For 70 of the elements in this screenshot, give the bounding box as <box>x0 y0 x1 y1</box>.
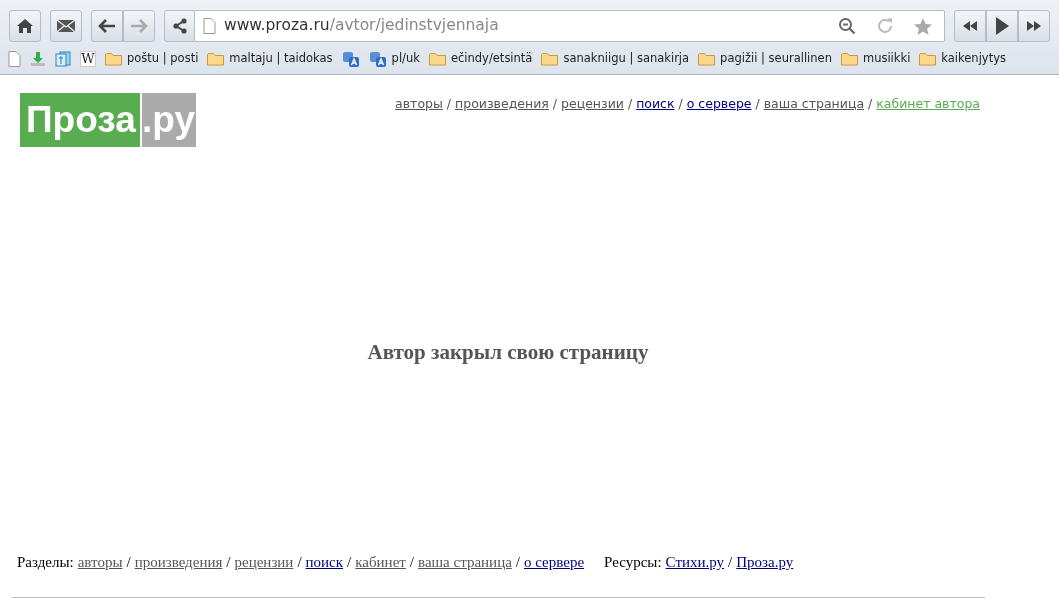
home-icon <box>16 18 34 34</box>
nav-link[interactable]: ваша страница <box>418 554 512 570</box>
nav-link[interactable]: о сервере <box>686 96 752 111</box>
bookmark-star-button[interactable] <box>914 17 932 35</box>
bookmark[interactable]: pl/uk <box>368 50 420 68</box>
separator: / <box>728 554 733 570</box>
closed-page-message: Автор закрыл свою страницу <box>366 339 650 366</box>
bookmark[interactable]: kaikenjytys <box>919 50 1006 68</box>
nav-link[interactable]: произведения <box>134 554 223 570</box>
folder-icon <box>105 52 122 66</box>
nav-link[interactable]: о сервере <box>524 554 585 570</box>
envelope-icon <box>56 19 76 33</box>
rewind-icon <box>963 21 977 31</box>
separator: / <box>126 554 131 570</box>
nav-link[interactable]: ваша страница <box>763 96 865 111</box>
section-label: Разделы: <box>17 554 74 570</box>
folder-icon <box>428 52 446 66</box>
home-button[interactable] <box>9 10 41 42</box>
bookmark[interactable]: sanakniigu | sanakirja <box>541 50 690 68</box>
nav-link[interactable]: рецензии <box>234 554 294 570</box>
folder-icon <box>207 52 225 66</box>
nav-link[interactable]: поиск <box>636 96 675 111</box>
mail-button[interactable] <box>50 10 82 42</box>
folder-icon <box>840 52 858 66</box>
bookmark[interactable]: poštu | posti <box>105 50 199 68</box>
nav-link[interactable]: авторы <box>395 96 443 111</box>
nav-link[interactable]: Проза.ру <box>736 554 794 570</box>
separator: / <box>755 96 760 111</box>
separator: / <box>868 96 873 111</box>
folder-icon <box>541 52 559 66</box>
translate-icon <box>368 50 387 68</box>
share-icon <box>172 18 188 34</box>
folder-icon <box>919 52 937 66</box>
nav-link[interactable]: авторы <box>77 554 123 570</box>
separator: / <box>627 96 633 111</box>
page-bookmark-icon[interactable] <box>8 51 21 67</box>
wiki-bookmark[interactable]: W <box>80 51 96 67</box>
separator: / <box>446 96 452 111</box>
forward-arrow-icon <box>130 19 148 33</box>
separator: / <box>515 554 520 570</box>
share-button[interactable] <box>164 10 196 42</box>
nav-link[interactable]: поиск <box>305 554 344 570</box>
bookmark[interactable]: ečindy/etsintä <box>428 50 533 68</box>
fast-forward-button[interactable] <box>1018 10 1050 42</box>
bookmark[interactable]: pagižii | seurallinen <box>698 50 832 68</box>
fast-forward-icon <box>1027 21 1041 31</box>
zoom-out-button[interactable] <box>838 17 856 35</box>
nav-link[interactable]: произведения <box>455 96 549 111</box>
nav-link[interactable]: кабинет <box>355 554 406 570</box>
separator: / <box>409 554 415 570</box>
page-icon <box>203 18 216 34</box>
back-button[interactable] <box>91 10 123 42</box>
nav-link[interactable]: Стихи.ру <box>665 554 725 570</box>
url-text: www.proza.ru/avtor/jedinstvjennaja <box>224 15 500 37</box>
separator: / <box>552 96 557 111</box>
play-icon <box>995 17 1009 35</box>
address-bar[interactable]: www.proza.ru/avtor/jedinstvjennaja <box>194 10 945 42</box>
bookmark[interactable]: musiikki <box>840 50 911 68</box>
back-arrow-icon <box>98 19 116 33</box>
separator: / <box>226 554 231 570</box>
rewind-button[interactable] <box>954 10 986 42</box>
separator: / <box>678 96 683 111</box>
translate-bookmark-icon[interactable] <box>341 50 360 68</box>
nav-link[interactable]: рецензии <box>561 96 624 111</box>
separator: / <box>347 554 352 570</box>
play-button[interactable] <box>986 10 1018 42</box>
bookmark[interactable]: maltaju | taidokas <box>207 50 333 68</box>
folder-icon <box>698 52 716 66</box>
section-label: Ресурсы: <box>604 554 662 570</box>
separator: / <box>297 554 302 570</box>
